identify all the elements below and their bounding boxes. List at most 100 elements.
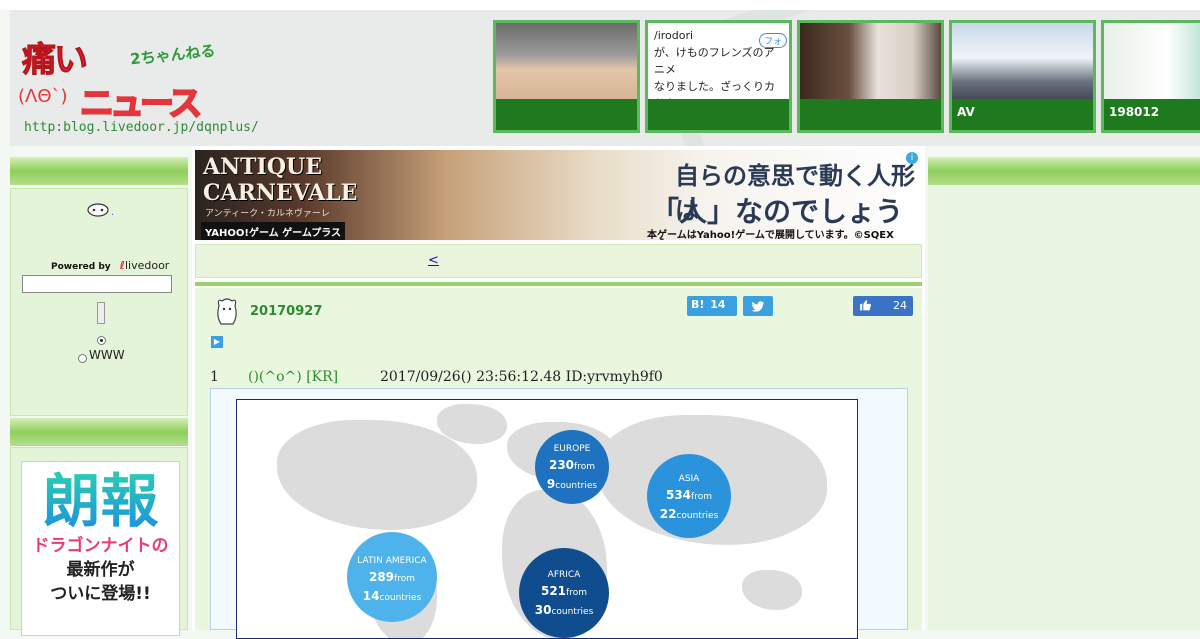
ad-title: ANTIQUE CARNEVALE	[203, 154, 357, 206]
header-thumbnails: /irodori が、けものフレンズのアニメ なりました。ざっくりカドカ のお楽…	[493, 20, 1200, 133]
twitter-icon	[751, 300, 765, 312]
region-name: EUROPE	[553, 444, 591, 454]
post-meta: 2017/09/26() 23:56:12.48 ID:yrvmyh9f0	[380, 369, 663, 385]
thumbs-up-icon	[860, 300, 871, 311]
logo-title: 痛い	[22, 40, 89, 81]
twitter-share-button[interactable]	[743, 296, 773, 316]
search-input[interactable]	[22, 275, 172, 293]
radio-www-label: WWW	[89, 348, 125, 362]
thumbnail-link[interactable]	[797, 20, 944, 133]
logo-url: http:blog.livedoor.jp/dqnplus/	[24, 120, 259, 135]
site-logo[interactable]: 痛い 2ちゃんねる (ΛΘ`) ニュース http:blog.livedoor.…	[18, 24, 259, 139]
article-nav: <	[195, 244, 922, 278]
livedoor-logo[interactable]: ℓlivedoor	[120, 259, 170, 272]
header-top-stripe	[0, 0, 1200, 10]
thumbnail-link[interactable]: 198012	[1101, 20, 1200, 133]
ad-title-line: CARNEVALE	[203, 180, 358, 206]
region-countries: 22	[659, 507, 677, 521]
radio-blog[interactable]	[97, 336, 106, 345]
landmass-australia	[742, 570, 802, 610]
thumbnail-image	[496, 23, 637, 101]
from-label: from	[691, 492, 712, 502]
region-bubble-africa: AFRICA 521from 30countries	[519, 548, 609, 638]
side-banner-headline: 朗報	[22, 468, 179, 534]
thumbnail-link[interactable]	[493, 20, 640, 133]
from-label: from	[394, 574, 415, 584]
ad-title-line: ANTIQUE	[203, 154, 322, 180]
side-banner-line: 最新作が	[66, 560, 135, 580]
thumbnail-image	[800, 23, 941, 101]
hatena-count: 14	[710, 298, 726, 311]
thumbnail-image	[1104, 23, 1200, 101]
countries-label: countries	[555, 481, 598, 491]
sidebar-heading-bar	[10, 157, 188, 185]
region-countries: 9	[546, 477, 556, 491]
region-value: 230	[548, 458, 575, 472]
region-value: 534	[665, 488, 692, 502]
hatena-bookmark-button[interactable]: B! 14	[687, 296, 737, 316]
right-column	[928, 185, 1200, 630]
post-number: 1	[210, 369, 219, 385]
thumbnail-caption	[648, 99, 789, 130]
from-label: from	[566, 588, 587, 598]
thumbnail-caption: 198012	[1104, 99, 1200, 130]
region-name: LATIN AMERICA	[357, 556, 427, 566]
article: 20170927 B! 14 24 ▶ 1 ()(^o^) [KR] 2017/…	[195, 288, 922, 639]
post-name: ()(^o^) [KR]	[248, 369, 339, 385]
info-icon[interactable]: i	[906, 152, 918, 164]
region-countries: 14	[362, 589, 380, 603]
region-name: AFRICA	[547, 570, 581, 580]
prev-arrow: <	[428, 253, 439, 268]
post-image-frame: EUROPE 230from 9countries ASIA 534from 2…	[210, 388, 908, 639]
powered-by-label: Powered by	[51, 262, 111, 272]
play-icon[interactable]: ▶	[211, 336, 223, 348]
region-countries: 30	[534, 603, 552, 617]
powered-by: Powered by ℓlivedoor	[51, 259, 169, 272]
thumbnail-caption: AV	[952, 99, 1093, 130]
site-header: 痛い 2ちゃんねる (ΛΘ`) ニュース http:blog.livedoor.…	[10, 10, 1200, 146]
ad-logos: YAHOO!ゲーム ゲームプラス	[201, 222, 346, 240]
like-count: 24	[893, 299, 907, 312]
region-bubble-asia: ASIA 534from 22countries	[647, 454, 731, 538]
thumbnail-link[interactable]: AV	[949, 20, 1096, 133]
thumbnail-caption	[496, 99, 637, 130]
facebook-like-button[interactable]: 24	[853, 296, 913, 316]
region-name: ASIA	[678, 474, 700, 484]
follow-button[interactable]: フォ	[758, 33, 787, 48]
tweet-line: が、けものフレンズのアニメ	[654, 46, 775, 76]
search-button[interactable]	[97, 302, 105, 324]
thumbnail-caption	[800, 99, 941, 130]
countries-label: countries	[379, 593, 422, 603]
side-banner-ad[interactable]: 朗報 ドラゴンナイトの 最新作が ついに登場!!	[21, 461, 180, 636]
logo-face: (ΛΘ`)	[18, 86, 68, 107]
sidebar-ad-area: 朗報 ドラゴンナイトの 最新作が ついに登場!!	[10, 447, 188, 636]
hatena-icon: B!	[691, 298, 705, 311]
top-banner-ad[interactable]: ANTIQUE CARNEVALE アンティーク・カルネヴァーレ YAHOO!ゲ…	[195, 150, 922, 240]
from-label: from	[574, 462, 595, 472]
region-bubble-latin-america: LATIN AMERICA 289from 14countries	[347, 532, 437, 622]
region-bubble-europe: EUROPE 230from 9countries	[535, 430, 609, 504]
region-value: 289	[368, 570, 395, 584]
region-value: 521	[540, 584, 567, 598]
countries-label: countries	[676, 511, 719, 521]
ad-footer: 本ゲームはYahoo!ゲームで展開しています。©SQEX	[647, 230, 894, 240]
separator	[195, 282, 922, 286]
world-map-image: EUROPE 230from 9countries ASIA 534from 2…	[236, 399, 858, 639]
sidebar-search: . Powered by ℓlivedoor WWW	[10, 188, 188, 416]
radio-www[interactable]	[78, 354, 87, 363]
main-content: ANTIQUE CARNEVALE アンティーク・カルネヴァーレ YAHOO!ゲ…	[192, 146, 925, 639]
prev-article-link[interactable]: <	[428, 253, 539, 268]
thumbnail-link[interactable]: /irodori が、けものフレンズのアニメ なりました。ざっくりカドカ のお楽…	[645, 20, 792, 133]
logo-subtitle: 2ちゃんねる	[129, 41, 217, 69]
face-icon	[87, 203, 109, 217]
countries-label: countries	[551, 607, 594, 617]
sidebar-heading-bar	[10, 418, 188, 446]
article-date: 20170927	[250, 304, 323, 319]
thumbnail-image	[952, 23, 1093, 101]
side-banner-line: ドラゴンナイトの	[32, 536, 169, 556]
livedoor-label: livedoor	[124, 259, 170, 272]
ad-subtitle: アンティーク・カルネヴァーレ	[205, 209, 330, 219]
face-dot: .	[111, 207, 115, 218]
side-banner-line: ついに登場!!	[50, 584, 151, 604]
right-heading-bar	[928, 157, 1200, 185]
